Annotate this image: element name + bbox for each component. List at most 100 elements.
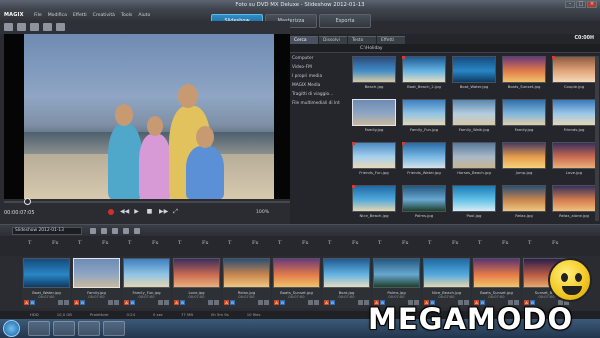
delete-icon[interactable] <box>101 228 107 234</box>
thumbnail-image[interactable] <box>352 99 396 126</box>
effect-icon[interactable]: Fx <box>102 240 108 246</box>
clip-thumbnail[interactable] <box>423 258 470 288</box>
timeline-clip[interactable]: Boats_Sunset.jpg 00:07:00 A B <box>272 258 321 308</box>
start-button[interactable] <box>3 320 20 337</box>
new-icon[interactable] <box>4 23 13 31</box>
clip-thumbnail[interactable] <box>473 258 520 288</box>
thumbnail-image[interactable] <box>402 99 446 126</box>
menu-item-aiuto[interactable]: Aiuto <box>138 13 150 18</box>
paste-icon[interactable] <box>123 228 129 234</box>
split-icon[interactable] <box>134 228 140 234</box>
clip-audio-icon[interactable] <box>114 300 119 305</box>
clip-a-button[interactable]: A <box>174 300 179 305</box>
thumbnail-image[interactable] <box>402 56 446 83</box>
clip-b-button[interactable]: B <box>330 300 335 305</box>
thumbnail-image[interactable] <box>352 185 396 212</box>
clip-thumbnail[interactable] <box>173 258 220 288</box>
thumbnail-image[interactable] <box>502 142 546 169</box>
minimize-button[interactable]: – <box>565 1 575 8</box>
effect-icon[interactable]: Fx <box>402 240 408 246</box>
transition-icon[interactable]: T <box>28 240 31 246</box>
browser-tab-dissolvi[interactable]: Dissolvi <box>319 36 347 44</box>
clip-a-button[interactable]: A <box>224 300 229 305</box>
clip-camera-icon[interactable] <box>58 300 63 305</box>
close-button[interactable]: × <box>587 1 597 8</box>
media-thumbnail[interactable]: Boat_Beach_2.jpg <box>402 56 446 92</box>
folder-tree-item[interactable]: File multimediali di Int <box>292 101 350 110</box>
effect-icon[interactable]: Fx <box>352 240 358 246</box>
maximize-button[interactable]: □ <box>576 1 586 8</box>
tab-esporta[interactable]: Esporta <box>319 14 371 28</box>
open-icon[interactable] <box>17 23 26 31</box>
clip-b-button[interactable]: B <box>230 300 235 305</box>
transition-icon[interactable]: T <box>178 240 181 246</box>
thumbnail-image[interactable] <box>552 142 596 169</box>
clip-audio-icon[interactable] <box>264 300 269 305</box>
thumbnail-image[interactable] <box>552 56 596 83</box>
media-thumbnail[interactable]: Boats_Sunset.jpg <box>502 56 546 92</box>
thumbnail-image[interactable] <box>402 142 446 169</box>
clip-camera-icon[interactable] <box>208 300 213 305</box>
media-thumbnail[interactable]: Pool.jpg <box>452 185 496 221</box>
taskbar-app-explorer[interactable] <box>53 321 75 336</box>
folder-tree-item[interactable]: MAGIX Media <box>292 83 350 92</box>
thumbnail-image[interactable] <box>452 56 496 83</box>
cut-icon[interactable] <box>90 228 96 234</box>
menu-item-file[interactable]: File <box>34 13 42 18</box>
media-thumbnail[interactable]: Horses_Beach.jpg <box>452 142 496 178</box>
timeline-clip[interactable]: Love.jpg 00:07:00 A B <box>172 258 221 308</box>
media-thumbnail[interactable]: Friends_Water.jpg <box>402 142 446 178</box>
clip-a-button[interactable]: A <box>324 300 329 305</box>
transition-icon[interactable]: T <box>228 240 231 246</box>
media-thumbnail[interactable]: Family.jpg <box>502 99 546 135</box>
browser-tab-effetti[interactable]: Effetti <box>377 36 405 44</box>
effect-icon[interactable]: Fx <box>52 240 58 246</box>
clip-thumbnail[interactable] <box>123 258 170 288</box>
clip-a-button[interactable]: A <box>24 300 29 305</box>
clip-b-button[interactable]: B <box>280 300 285 305</box>
copy-icon[interactable] <box>112 228 118 234</box>
thumbnail-image[interactable] <box>452 185 496 212</box>
media-thumbnail[interactable]: Jump.jpg <box>502 142 546 178</box>
thumbnail-image[interactable] <box>402 185 446 212</box>
thumbnail-image[interactable] <box>502 56 546 83</box>
clip-audio-icon[interactable] <box>214 300 219 305</box>
menu-item-creatività[interactable]: Creatività <box>93 13 115 18</box>
thumbnail-image[interactable] <box>502 185 546 212</box>
media-thumbnail[interactable]: Love.jpg <box>552 142 596 178</box>
clip-a-button[interactable]: A <box>74 300 79 305</box>
browser-tab-testo[interactable]: Testo <box>348 36 376 44</box>
undo-icon[interactable] <box>43 23 52 31</box>
clip-b-button[interactable]: B <box>80 300 85 305</box>
effect-icon[interactable]: Fx <box>152 240 158 246</box>
clip-thumbnail[interactable] <box>23 258 70 288</box>
taskbar-app-magix[interactable] <box>103 321 125 336</box>
effect-icon[interactable]: Fx <box>502 240 508 246</box>
fast-forward-button[interactable]: ▶▶ <box>159 208 168 215</box>
clip-audio-icon[interactable] <box>64 300 69 305</box>
path-value[interactable]: C:\Holiday <box>360 46 383 51</box>
browser-tab-cerca[interactable]: Cerca <box>290 36 318 44</box>
timeline-clip[interactable]: Family.jpg 00:07:00 A B <box>72 258 121 308</box>
media-thumbnail[interactable]: Relax.jpg <box>502 185 546 221</box>
clip-a-button[interactable]: A <box>124 300 129 305</box>
transition-icon[interactable]: T <box>278 240 281 246</box>
folder-tree-item[interactable]: Tragitti di viaggio... <box>292 92 350 101</box>
effect-icon[interactable]: Fx <box>202 240 208 246</box>
media-thumbnail[interactable]: Beach.jpg <box>352 56 396 92</box>
clip-thumbnail[interactable] <box>223 258 270 288</box>
menu-item-modifica[interactable]: Modifica <box>48 13 67 18</box>
folder-tree-item[interactable]: Video-FM <box>292 65 350 74</box>
folder-tree-item[interactable]: I propri media <box>292 74 350 83</box>
play-button[interactable]: ▶ <box>133 208 140 215</box>
taskbar-app-media[interactable] <box>78 321 100 336</box>
clip-thumbnail[interactable] <box>273 258 320 288</box>
clip-camera-icon[interactable] <box>108 300 113 305</box>
timeline-clip[interactable]: Boat.jpg 00:07:00 A B <box>322 258 371 308</box>
transition-icon[interactable]: T <box>528 240 531 246</box>
clip-camera-icon[interactable] <box>158 300 163 305</box>
save-icon[interactable] <box>30 23 39 31</box>
effect-icon[interactable]: Fx <box>452 240 458 246</box>
menu-item-tools[interactable]: Tools <box>121 13 132 18</box>
thumbnail-image[interactable] <box>552 185 596 212</box>
